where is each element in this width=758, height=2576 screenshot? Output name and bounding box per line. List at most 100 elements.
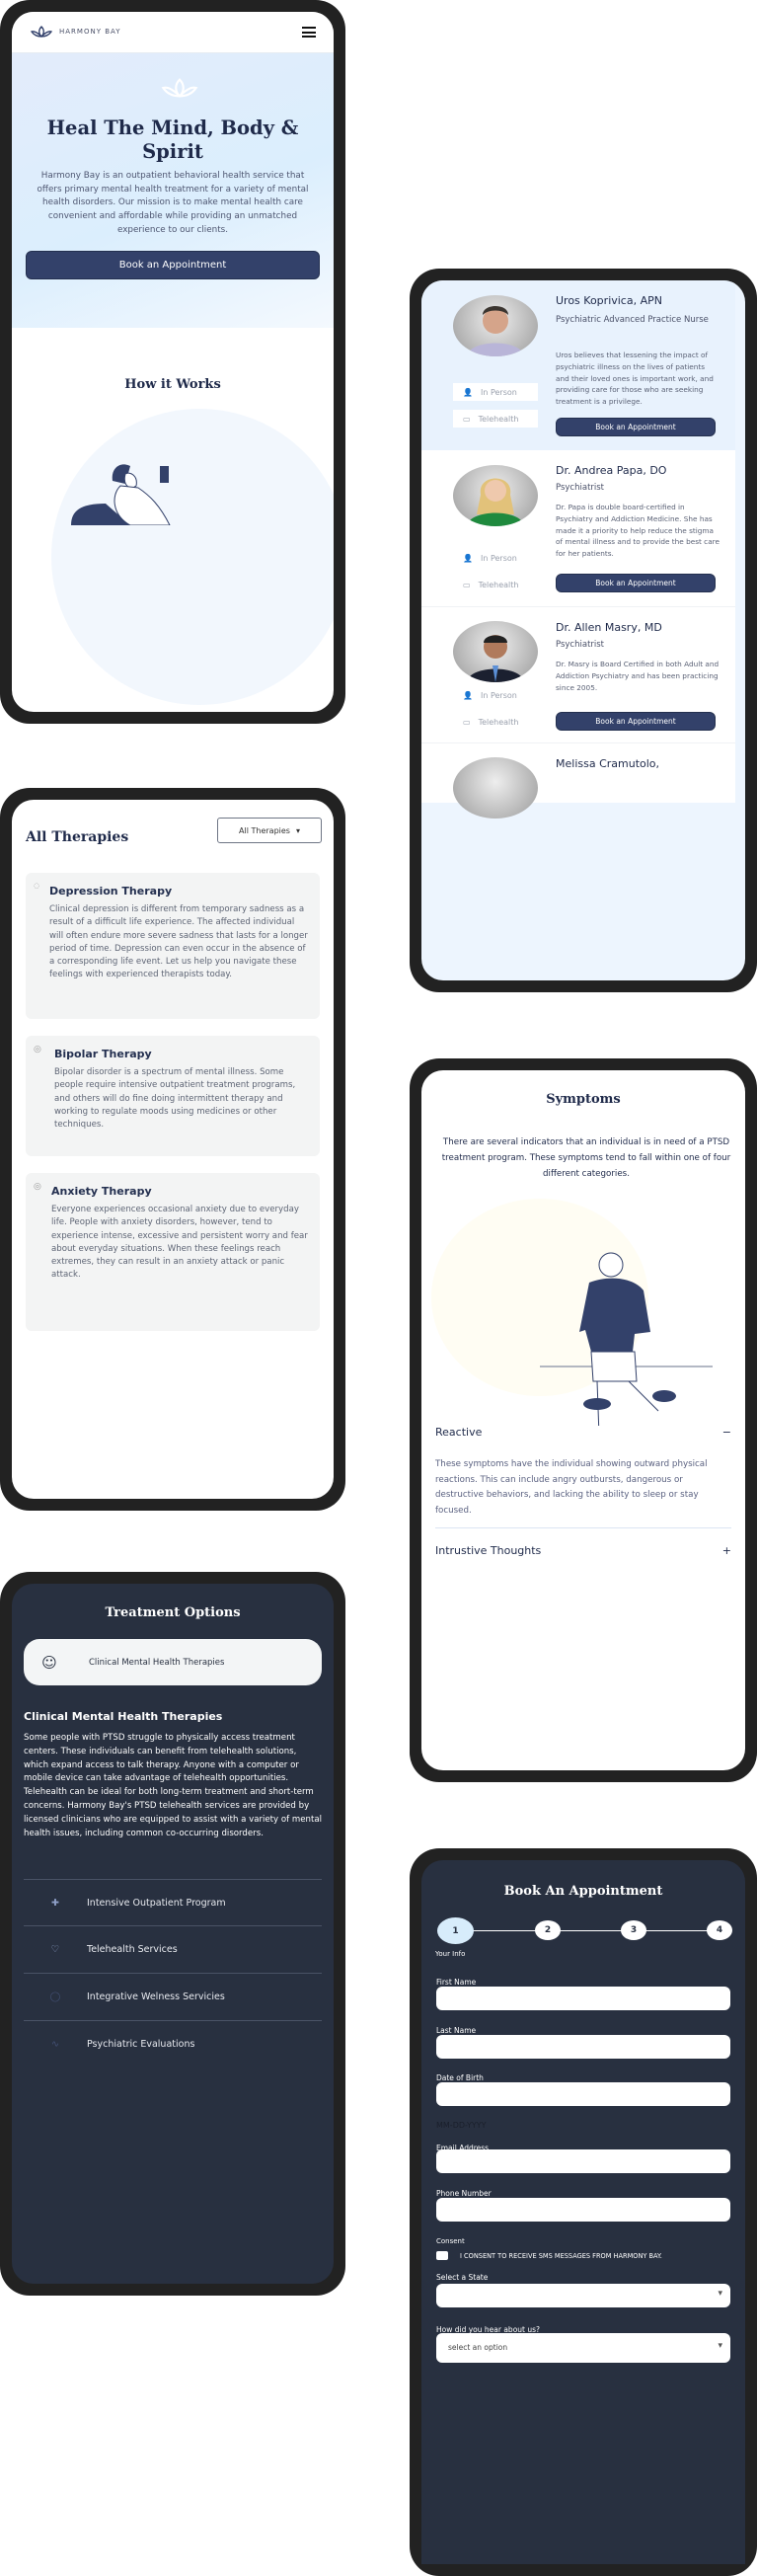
- therapy-card[interactable]: ◎ Anxiety Therapy Everyone experiences o…: [26, 1173, 320, 1331]
- first-name-input[interactable]: [436, 1987, 730, 2010]
- brand-name[interactable]: HARMONY BAY: [59, 28, 121, 36]
- phone-treatment: Treatment Options ☺ Clinical Mental Heal…: [0, 1572, 345, 2296]
- therapy-text: Everyone experiences occasional anxiety …: [51, 1205, 308, 1281]
- step-4[interactable]: 4: [707, 1920, 732, 1940]
- therapy-text: Bipolar disorder is a spectrum of mental…: [54, 1067, 296, 1131]
- provider-role: Psychiatrist: [556, 483, 605, 493]
- how-it-works-title: How it Works: [124, 377, 221, 392]
- provider-name: Uros Koprivica, APN: [556, 294, 662, 307]
- provider-card: 👤 In Person ▭ Telehealth Dr. Andrea Papa, …: [421, 450, 735, 607]
- state-select[interactable]: ▾: [436, 2284, 730, 2307]
- therapy-title: Depression Therapy: [49, 885, 173, 898]
- lotus-icon: [161, 78, 198, 98]
- step-2[interactable]: 2: [535, 1920, 561, 1940]
- phone-input[interactable]: [436, 2198, 730, 2222]
- caret-down-icon: ▾: [295, 825, 300, 835]
- accordion-reactive-header[interactable]: Reactive −: [435, 1426, 731, 1439]
- provider-name: Dr. Andrea Papa, DO: [556, 464, 667, 477]
- step-label: Your Info: [435, 1950, 466, 1958]
- video-camera-icon: ▭: [463, 580, 471, 589]
- man-hoodie-illustration: [540, 1252, 713, 1426]
- last-name-input[interactable]: [436, 2035, 730, 2059]
- treatment-option[interactable]: ∿ Psychiatric Evaluations: [24, 2020, 322, 2067]
- treatment-title: Treatment Options: [105, 1605, 241, 1620]
- treatment-option[interactable]: ♡ Telehealth Services: [24, 1925, 322, 1972]
- provider-card: 👤 In Person ▭ Telehealth Dr. Allen Masry, …: [421, 607, 735, 743]
- phone-therapies: All Therapies All Therapies ▾ ◌ Depressio…: [0, 788, 345, 1511]
- first-name-label: First Name: [436, 1978, 477, 1987]
- consent-checkbox[interactable]: [436, 2251, 448, 2260]
- provider-bio: Dr. Papa is double board-certified in Ps…: [556, 503, 720, 559]
- book-appointment-button[interactable]: Book an Appointment: [556, 574, 716, 592]
- last-name-label: Last Name: [436, 2026, 477, 2035]
- provider-photo: [453, 295, 538, 356]
- dob-label: Date of Birth: [436, 2073, 484, 2082]
- step-1[interactable]: 1: [437, 1917, 474, 1944]
- lotus-logo-icon[interactable]: [30, 26, 53, 38]
- accordion-intrusive-header[interactable]: Intrustive Thoughts +: [435, 1544, 731, 1557]
- provider-name: Dr. Allen Masry, MD: [556, 621, 662, 634]
- caret-down-icon: ▾: [718, 2289, 722, 2299]
- book-appointment-button[interactable]: Book an Appointment: [556, 418, 716, 436]
- providers-screen: 👤 In Person ▭ Telehealth Uros Koprivica, A…: [421, 280, 745, 980]
- treatment-heading: Clinical Mental Health Therapies: [24, 1710, 223, 1723]
- book-appointment-button[interactable]: Book an Appointment: [556, 712, 716, 731]
- hamburger-menu-icon[interactable]: [302, 27, 316, 38]
- therapy-icon: ◌: [34, 882, 40, 890]
- therapy-icon: ◎: [34, 1182, 41, 1192]
- provider-bio: Uros believes that lessening the impact …: [556, 351, 714, 407]
- in-person-tag: 👤 In Person: [453, 383, 538, 401]
- book-appointment-button[interactable]: Book an Appointment: [26, 251, 320, 279]
- email-input[interactable]: [436, 2149, 730, 2173]
- collapse-minus-icon[interactable]: −: [722, 1426, 731, 1439]
- treatment-option[interactable]: ✚ Intensive Outpatient Program: [24, 1879, 322, 1925]
- therapies-filter-dropdown[interactable]: All Therapies ▾: [217, 818, 322, 843]
- therapies-title: All Therapies: [26, 829, 129, 845]
- booking-screen: Book An Appointment 1 2 3 4 Your Info Fi…: [421, 1860, 745, 2564]
- therapy-title: Anxiety Therapy: [51, 1185, 152, 1198]
- step-3[interactable]: 3: [621, 1920, 646, 1940]
- treatment-option[interactable]: ◯ Integrative Welness Servicies: [24, 1973, 322, 2019]
- home-screen: HARMONY BAY Heal The Mind, Body & Spirit…: [12, 12, 334, 712]
- provider-role: Psychiatric Advanced Practice Nurse: [556, 315, 709, 325]
- expand-plus-icon[interactable]: +: [722, 1544, 731, 1557]
- phone-providers: 👤 In Person ▭ Telehealth Uros Koprivica, A…: [410, 269, 757, 992]
- head-lotus-icon: ☺: [41, 1653, 57, 1672]
- person-icon: 👤: [463, 690, 473, 700]
- in-person-tag: 👤 In Person: [453, 549, 538, 567]
- treatment-text: Some people with PTSD struggle to physic…: [24, 1733, 323, 1838]
- hear-select[interactable]: select an option ▾: [436, 2333, 730, 2363]
- hero-text: Harmony Bay is an outpatient behavioral …: [37, 171, 309, 235]
- header: HARMONY BAY: [12, 12, 334, 53]
- hero-title: Heal The Mind, Body & Spirit: [46, 117, 299, 163]
- therapy-card[interactable]: ◎ Bipolar Therapy Bipolar disorder is a …: [26, 1036, 320, 1156]
- provider-photo: [453, 465, 538, 526]
- symptoms-title: Symptoms: [546, 1092, 621, 1107]
- telehealth-tag: ▭ Telehealth: [453, 576, 538, 593]
- symptoms-intro: There are several indicators that an ind…: [441, 1137, 731, 1179]
- tablet-heart-icon: ♡: [50, 1943, 60, 1955]
- video-camera-icon: ▭: [463, 414, 471, 424]
- accordion-reactive-text: These symptoms have the individual showi…: [435, 1459, 708, 1517]
- phone-booking: Book An Appointment 1 2 3 4 Your Info Fi…: [410, 1848, 757, 2576]
- apple-icon: ◯: [49, 1991, 61, 2002]
- medical-cross-icon: ✚: [51, 1897, 59, 1909]
- provider-card: Melissa Cramutolo,: [421, 743, 735, 819]
- caret-down-icon: ▾: [718, 2341, 722, 2351]
- stethoscope-icon: ∿: [51, 2038, 59, 2050]
- person-icon: 👤: [463, 387, 473, 397]
- symptoms-screen: Symptoms There are several indicators th…: [421, 1070, 745, 1770]
- dob-input[interactable]: [436, 2082, 730, 2106]
- therapy-text: Clinical depression is different from te…: [49, 904, 308, 980]
- treatment-tab-active[interactable]: ☺ Clinical Mental Health Therapies: [24, 1639, 322, 1685]
- dob-hint: MM-DD-YYYY: [436, 2121, 487, 2130]
- phone-home: HARMONY BAY Heal The Mind, Body & Spirit…: [0, 0, 345, 724]
- telehealth-tag: ▭ Telehealth: [453, 713, 538, 731]
- booking-title: Book An Appointment: [503, 1884, 663, 1899]
- person-icon: 👤: [463, 553, 473, 563]
- therapies-screen: All Therapies All Therapies ▾ ◌ Depressio…: [12, 800, 334, 1499]
- therapy-card[interactable]: ◌ Depression Therapy Clinical depression…: [26, 873, 320, 1019]
- treatment-screen: Treatment Options ☺ Clinical Mental Heal…: [12, 1584, 334, 2284]
- therapy-title: Bipolar Therapy: [54, 1048, 152, 1060]
- provider-photo: [453, 621, 538, 682]
